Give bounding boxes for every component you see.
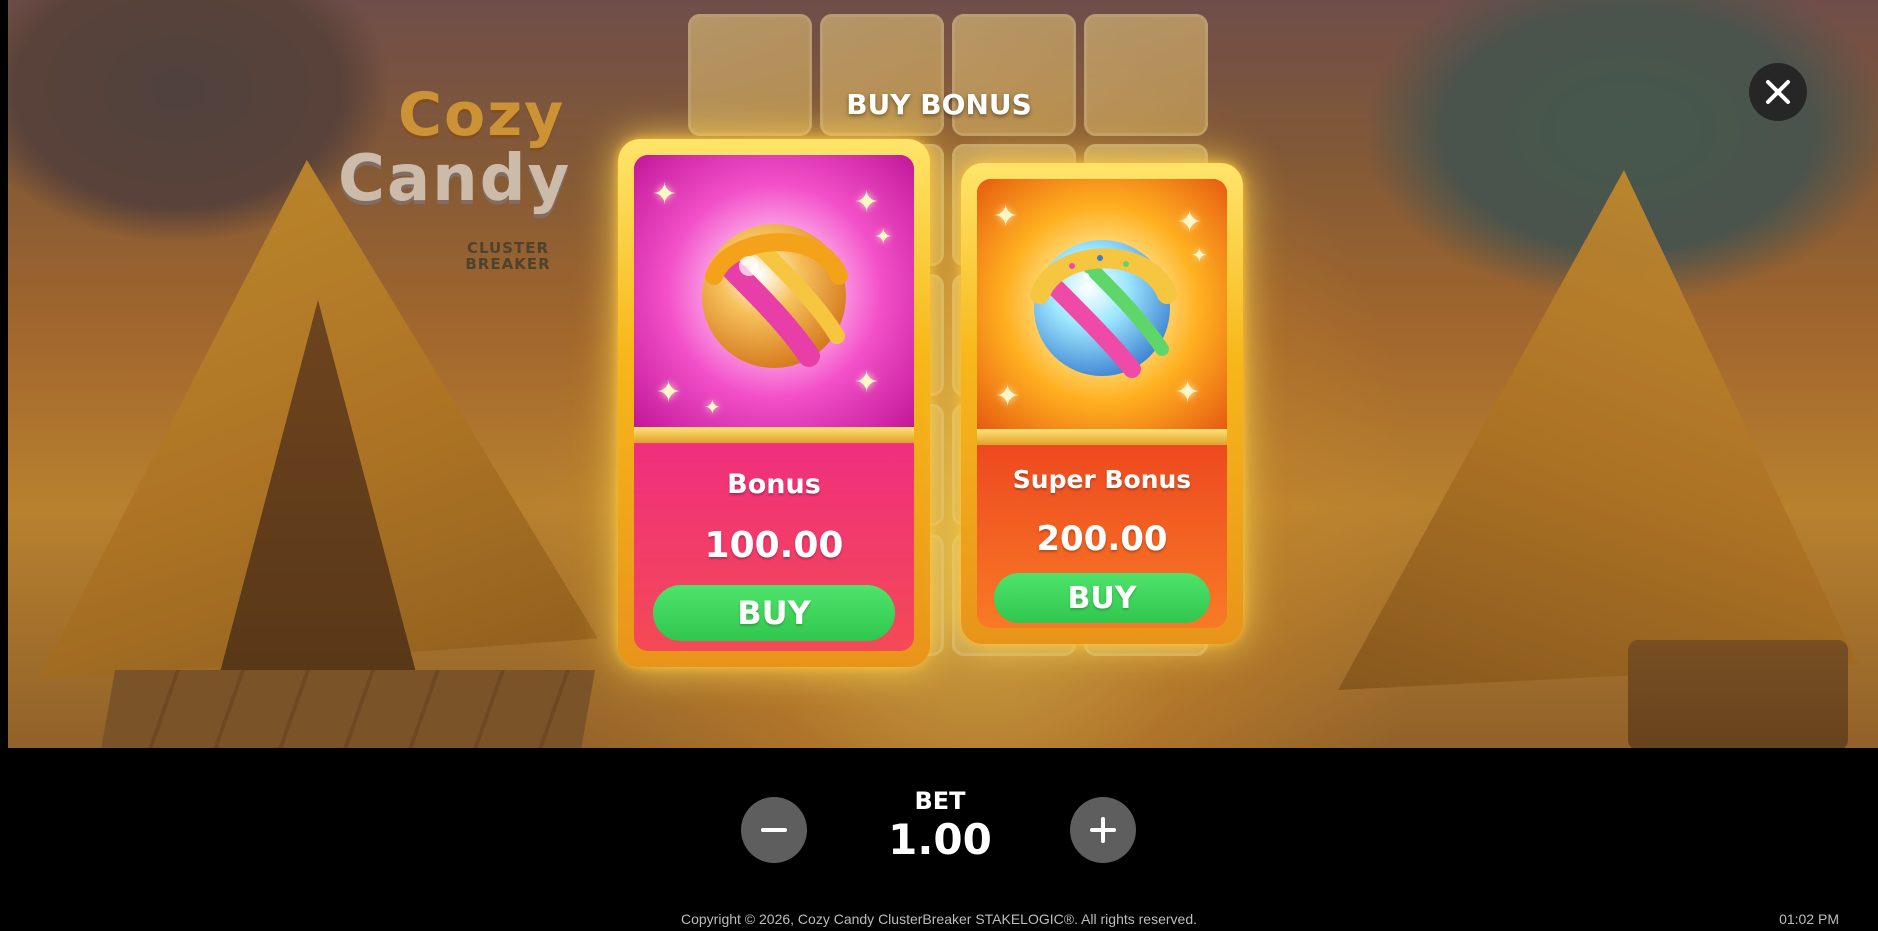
sparkle-icon: ✦ [993,199,1019,234]
super-candy-ball-icon [1030,240,1177,378]
bonus-card-divider [634,427,914,443]
close-button[interactable] [1749,63,1807,121]
bonus-card-price: 100.00 [704,525,844,566]
bonus-card[interactable]: ✦ ✦ ✦ ✦ ✦ ✦ Bonus 100.00 BUY [618,139,930,667]
super-bonus-card-art: ✦ ✦ ✦ ✦ ✦ [977,179,1227,429]
sparkle-icon: ✦ [1175,375,1201,410]
bonus-card-name: Bonus [727,469,821,500]
bonus-card-art: ✦ ✦ ✦ ✦ ✦ ✦ [634,155,914,427]
super-bonus-card-divider [977,429,1227,445]
sparkle-icon: ✦ [1177,205,1203,240]
copyright-text: Copyright © 2026, Cozy Candy ClusterBrea… [680,911,1198,927]
sparkle-icon: ✦ [656,375,682,410]
sparkle-icon: ✦ [854,365,880,400]
sparkle-icon: ✦ [652,177,678,212]
bet-label: BET [914,787,966,815]
modal-title: BUY BONUS [846,88,1032,121]
sparkle-icon: ✦ [704,395,721,419]
bonus-card-inner: ✦ ✦ ✦ ✦ ✦ ✦ Bonus 100.00 BUY [634,155,914,651]
super-bonus-card-name: Super Bonus [1012,465,1192,494]
candy-ball-icon [702,224,848,368]
game-stage: Cozy Candy CLUSTER BREAKER BUY BONUS ✦ ✦… [0,0,1878,931]
sparkle-icon: ✦ [854,185,880,220]
sparkle-icon: ✦ [874,225,893,250]
close-icon [1766,80,1790,104]
super-bonus-card[interactable]: ✦ ✦ ✦ ✦ ✦ Super Bonus 200.00 BUY [961,163,1243,644]
bonus-buy-button[interactable]: BUY [653,585,895,641]
bet-decrease-button[interactable] [741,797,807,863]
super-bonus-card-price: 200.00 [1036,519,1168,559]
super-bonus-buy-button[interactable]: BUY [994,573,1210,623]
plus-icon [1090,817,1116,843]
sparkle-icon: ✦ [995,379,1021,414]
bet-increase-button[interactable] [1070,797,1136,863]
bet-value: 1.00 [888,815,992,864]
sparkle-icon: ✦ [1191,243,1208,267]
super-bonus-card-inner: ✦ ✦ ✦ ✦ ✦ Super Bonus 200.00 BUY [977,179,1227,628]
minus-icon [761,828,787,832]
clock: 01:02 PM [1779,911,1839,927]
